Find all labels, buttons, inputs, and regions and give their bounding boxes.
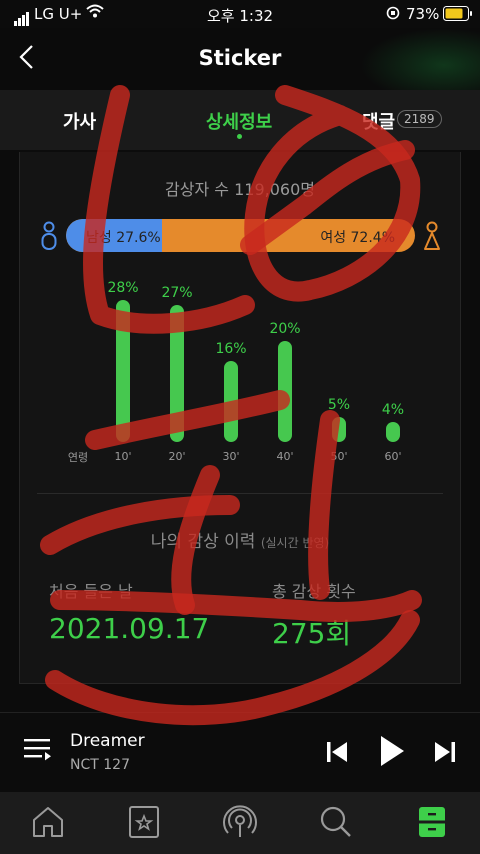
playlist-icon[interactable]	[24, 737, 52, 763]
age-bar-percent: 27%	[161, 285, 193, 302]
age-bar-label: 30'	[222, 450, 240, 463]
status-bar: LG U+ 오후 1:32 73%	[0, 0, 480, 28]
library-icon[interactable]	[124, 804, 164, 840]
search-icon[interactable]	[316, 804, 356, 840]
battery-percent: 73%	[406, 5, 440, 23]
mini-player[interactable]: Dreamer NCT 127	[0, 712, 480, 792]
age-bar-5	[332, 416, 346, 442]
age-bar-label: 20'	[168, 450, 186, 463]
song-title[interactable]: Dreamer	[70, 731, 145, 751]
age-bar-6	[386, 421, 400, 442]
tab-lyrics[interactable]: 가사	[63, 108, 96, 134]
tab-details[interactable]: 상세정보	[206, 108, 272, 134]
age-bar-percent: 5%	[327, 396, 351, 413]
male-icon	[41, 221, 57, 250]
female-label: 여성 72.4%	[320, 230, 395, 246]
age-bar-3	[224, 360, 238, 442]
page-title: Sticker	[198, 46, 282, 70]
first-listen-date: 2021.09.17	[49, 612, 210, 645]
battery-icon	[443, 6, 473, 25]
tab-bar: 가사 상세정보 댓글 2189	[0, 90, 480, 150]
first-listen-label: 처음 들은 날	[49, 582, 133, 601]
play-count-value: 275회	[272, 617, 352, 650]
active-tab-indicator	[237, 134, 242, 139]
rotation-lock-icon	[386, 6, 400, 24]
storage-icon[interactable]	[412, 804, 452, 840]
age-bar-2	[170, 305, 184, 442]
next-icon[interactable]	[434, 741, 456, 763]
male-label: 남성 27.6%	[86, 230, 161, 246]
carrier: LG U+	[34, 5, 83, 23]
previous-icon[interactable]	[326, 741, 348, 763]
play-icon[interactable]	[379, 735, 405, 767]
age-bar-1	[116, 300, 130, 442]
age-axis-label: 연령	[67, 451, 89, 464]
history-subtitle: (실시간 반영)	[260, 536, 330, 550]
wifi-icon	[86, 3, 104, 23]
play-count-label: 총 감상 횟수	[272, 582, 356, 601]
age-bar-percent: 28%	[107, 280, 139, 296]
podcast-icon[interactable]	[220, 804, 260, 840]
app-header: Sticker	[0, 28, 480, 90]
signal-icon	[14, 8, 30, 26]
gender-ratio-bar: 남성 27.6% 여성 72.4%	[66, 219, 415, 252]
female-icon	[424, 221, 440, 250]
home-icon[interactable]	[28, 804, 68, 840]
age-bar-label: 50'	[330, 450, 348, 463]
tab-comments[interactable]: 댓글	[362, 108, 395, 134]
age-bar-label: 60'	[384, 450, 402, 463]
history-title: 나의 감상 이력 (실시간 반영)	[0, 527, 480, 552]
comment-count-badge: 2189	[397, 110, 442, 128]
age-bar-percent: 4%	[381, 401, 405, 418]
age-bar-percent: 16%	[215, 340, 247, 357]
age-bar-4	[278, 340, 292, 442]
bottom-nav	[0, 792, 480, 854]
listener-count: 감상자 수 119,060명	[165, 180, 315, 199]
age-bar-label: 10'	[114, 450, 132, 463]
age-bar-percent: 20%	[269, 320, 301, 337]
history-heading: 나의 감상 이력	[150, 532, 256, 552]
divider	[37, 493, 443, 494]
age-bar-label: 40'	[276, 450, 294, 463]
artist-name[interactable]: NCT 127	[70, 757, 130, 773]
clock: 오후 1:32	[207, 7, 274, 25]
